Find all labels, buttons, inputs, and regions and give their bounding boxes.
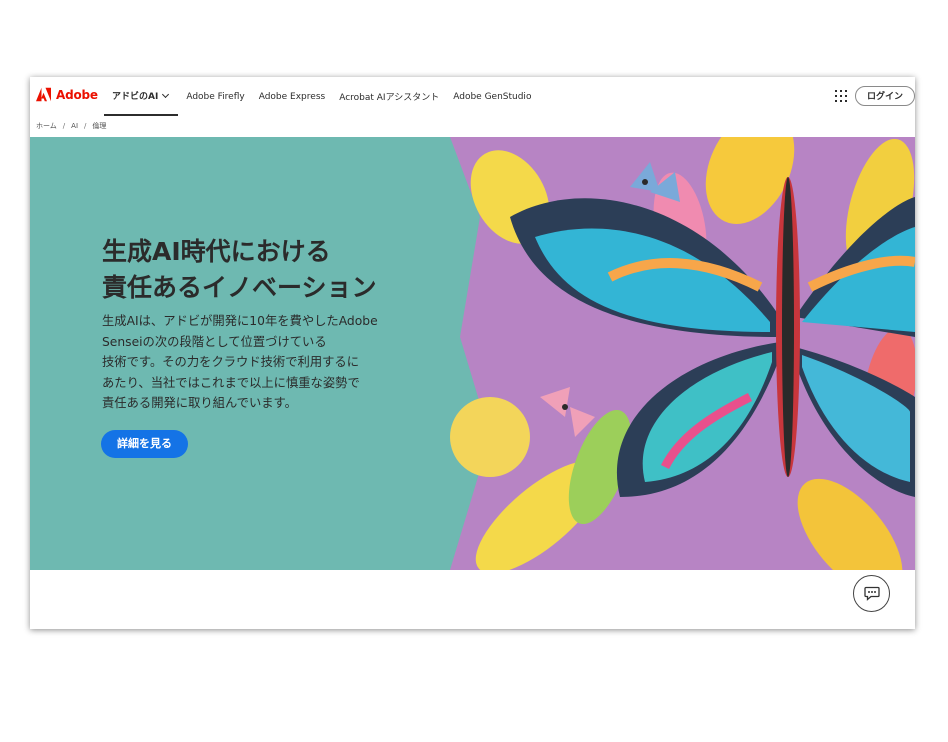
hero-body-line: 技術です。その力をクラウド技術で利用するに [102, 355, 360, 369]
learn-more-button[interactable]: 詳細を見る [101, 430, 188, 458]
hero-description: 生成AIは、アドビが開発に10年を費やしたAdobe Senseiの次の段階とし… [102, 311, 412, 414]
hero-body-line: あたり、当社ではこれまで以上に慎重な姿勢で [102, 375, 360, 390]
breadcrumb-separator: / [84, 122, 87, 130]
global-header: Adobe アドビのAI Adobe Firefly Adobe Express… [30, 77, 915, 116]
brand-name: Adobe [56, 87, 98, 102]
adobe-logo-icon [36, 87, 51, 102]
main-nav: アドビのAI Adobe Firefly Adobe Express Acrob… [104, 77, 545, 116]
browser-page: Adobe アドビのAI Adobe Firefly Adobe Express… [30, 77, 915, 629]
nav-item-genstudio[interactable]: Adobe GenStudio [453, 92, 531, 102]
hero-title-line: 責任あるイノベーション [102, 273, 377, 302]
app-switcher-icon[interactable] [835, 90, 847, 102]
hero-title: 生成AI時代における 責任あるイノベーション [102, 234, 377, 306]
chat-bubble-icon [863, 586, 880, 601]
hero-body-line: 生成AIは、アドビが開発に10年を費やしたAdobe [102, 314, 378, 328]
nav-item-adobe-ai[interactable]: アドビのAI [104, 77, 179, 116]
breadcrumb: ホーム / AI / 倫理 [36, 121, 106, 131]
breadcrumb-home[interactable]: ホーム [36, 121, 57, 131]
hero-title-line: 生成AI時代における [102, 237, 331, 266]
nav-item-acrobat-ai[interactable]: Acrobat AIアシスタント [339, 90, 439, 103]
hero-body-line: 責任ある開発に取り組んでいます。 [102, 396, 297, 410]
nav-item-firefly[interactable]: Adobe Firefly [186, 92, 244, 102]
chat-button[interactable] [853, 575, 890, 612]
breadcrumb-ai[interactable]: AI [71, 122, 78, 130]
hero-body-line: Senseiの次の段階として位置づけている [102, 334, 327, 349]
breadcrumb-current: 倫理 [92, 122, 107, 130]
adobe-logo-link[interactable]: Adobe [36, 87, 98, 102]
hero-banner: 生成AI時代における 責任あるイノベーション 生成AIは、アドビが開発に10年を… [30, 137, 915, 570]
nav-item-express[interactable]: Adobe Express [259, 92, 325, 102]
butterfly-illustration [450, 137, 915, 570]
breadcrumb-separator: / [62, 122, 66, 130]
nav-item-label: アドビのAI [112, 92, 159, 102]
chevron-down-icon [162, 90, 170, 98]
login-button[interactable]: ログイン [855, 86, 915, 106]
